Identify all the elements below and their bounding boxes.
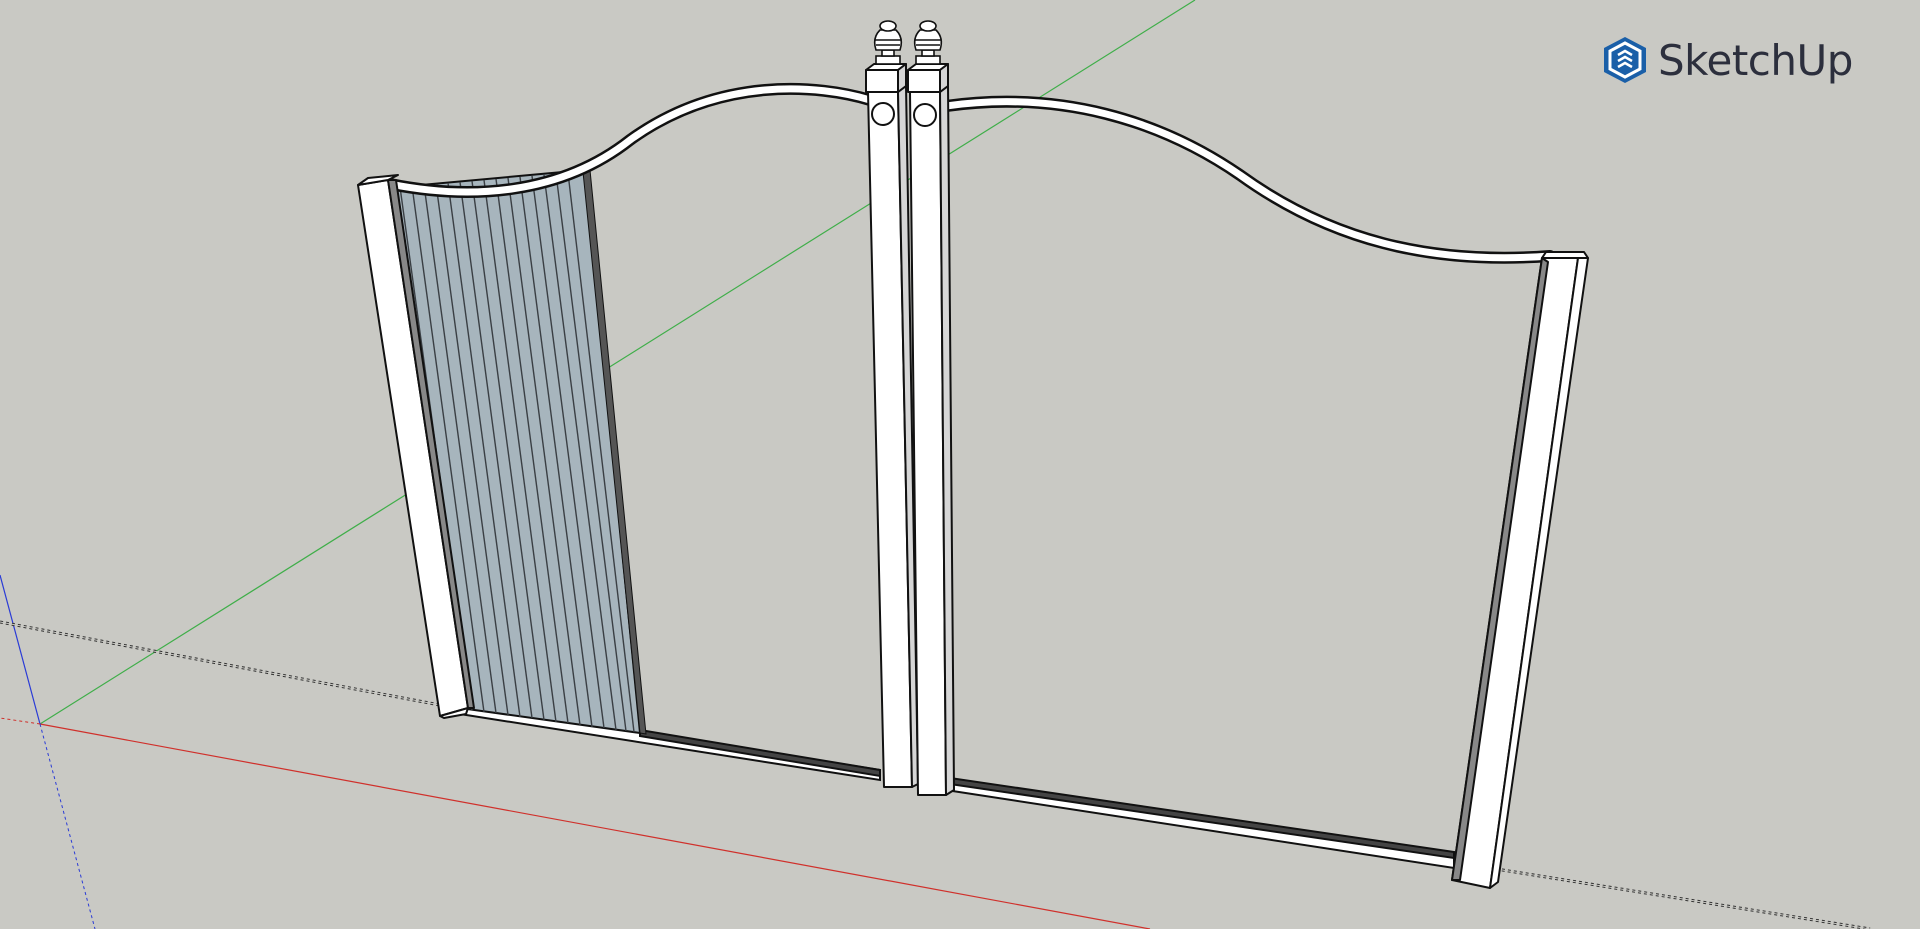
sketchup-logo-icon — [1604, 37, 1646, 83]
model-viewport[interactable] — [0, 0, 1920, 929]
post-decoration-circle — [913, 103, 937, 127]
post-decoration-circle — [871, 102, 895, 126]
sketchup-brand: SketchUp — [1602, 32, 1853, 88]
sketchup-wordmark: SketchUp — [1658, 35, 1853, 85]
